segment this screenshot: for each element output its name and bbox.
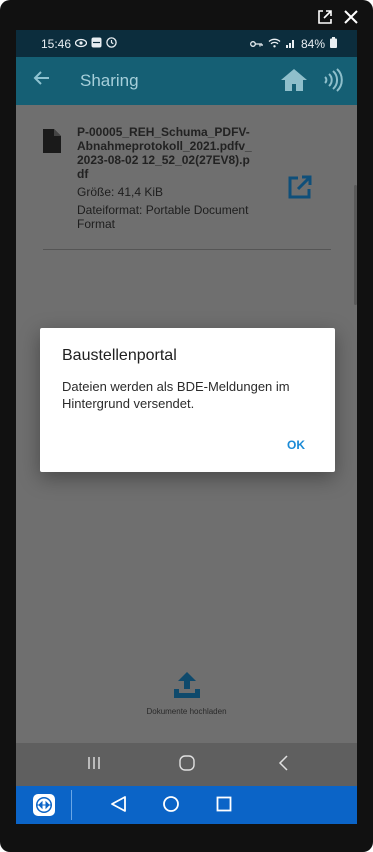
status-time: 15:46 bbox=[41, 37, 72, 51]
signal-icon bbox=[285, 37, 296, 51]
status-bar: 15:46 84% bbox=[16, 30, 357, 57]
dialog-message: Dateien werden als BDE-Meldungen im Hint… bbox=[62, 379, 290, 411]
battery-text: 84% bbox=[300, 37, 325, 51]
page-title: Sharing bbox=[80, 71, 139, 90]
teamviewer-logo-icon[interactable] bbox=[33, 794, 55, 816]
dialog-title: Baustellenportal bbox=[62, 347, 177, 364]
circle-home-icon[interactable] bbox=[162, 795, 180, 818]
device-frame: 15:46 84% Sharing P-00005_REH_Schuma_PDF… bbox=[0, 0, 373, 852]
upload-icon bbox=[172, 672, 202, 704]
teamviewer-icon bbox=[91, 37, 102, 51]
square-recents-icon[interactable] bbox=[215, 795, 233, 818]
file-icon bbox=[43, 129, 61, 158]
file-format: Dateiformat: Portable Document Format bbox=[77, 203, 249, 231]
back-chevron-icon[interactable] bbox=[278, 755, 290, 776]
wifi-icon bbox=[268, 37, 281, 51]
close-icon[interactable] bbox=[343, 9, 359, 30]
nfc-icon[interactable] bbox=[322, 68, 344, 97]
recents-icon[interactable] bbox=[86, 755, 102, 776]
file-name: P-00005_REH_Schuma_PDFV-Abnahmeprotokoll… bbox=[77, 125, 252, 181]
triangle-back-icon[interactable] bbox=[110, 795, 128, 818]
key-icon bbox=[250, 37, 263, 51]
teamviewer-bar bbox=[16, 786, 357, 824]
info-dialog: Baustellenportal Dateien werden als BDE-… bbox=[40, 328, 335, 472]
home-icon[interactable] bbox=[279, 67, 309, 98]
divider bbox=[43, 249, 331, 250]
open-external-icon[interactable] bbox=[286, 173, 314, 206]
home-circle-icon[interactable] bbox=[179, 755, 195, 776]
separator bbox=[71, 790, 72, 820]
clock-icon bbox=[106, 37, 117, 51]
external-link-icon[interactable] bbox=[317, 9, 333, 30]
battery-icon bbox=[330, 37, 337, 51]
eye-icon bbox=[74, 37, 88, 51]
scrollbar[interactable] bbox=[354, 185, 357, 305]
back-arrow-icon[interactable] bbox=[33, 69, 51, 92]
file-item[interactable]: P-00005_REH_Schuma_PDFV-Abnahmeprotokoll… bbox=[16, 105, 357, 250]
android-nav-bar bbox=[16, 743, 357, 786]
file-size: Größe: 41,4 KiB bbox=[77, 185, 164, 199]
upload-button[interactable]: Dokumente hochladen bbox=[16, 670, 357, 716]
window-controls bbox=[317, 9, 359, 30]
upload-label: Dokumente hochladen bbox=[146, 707, 227, 716]
ok-button[interactable]: OK bbox=[287, 438, 305, 452]
app-bar: Sharing bbox=[16, 57, 357, 105]
